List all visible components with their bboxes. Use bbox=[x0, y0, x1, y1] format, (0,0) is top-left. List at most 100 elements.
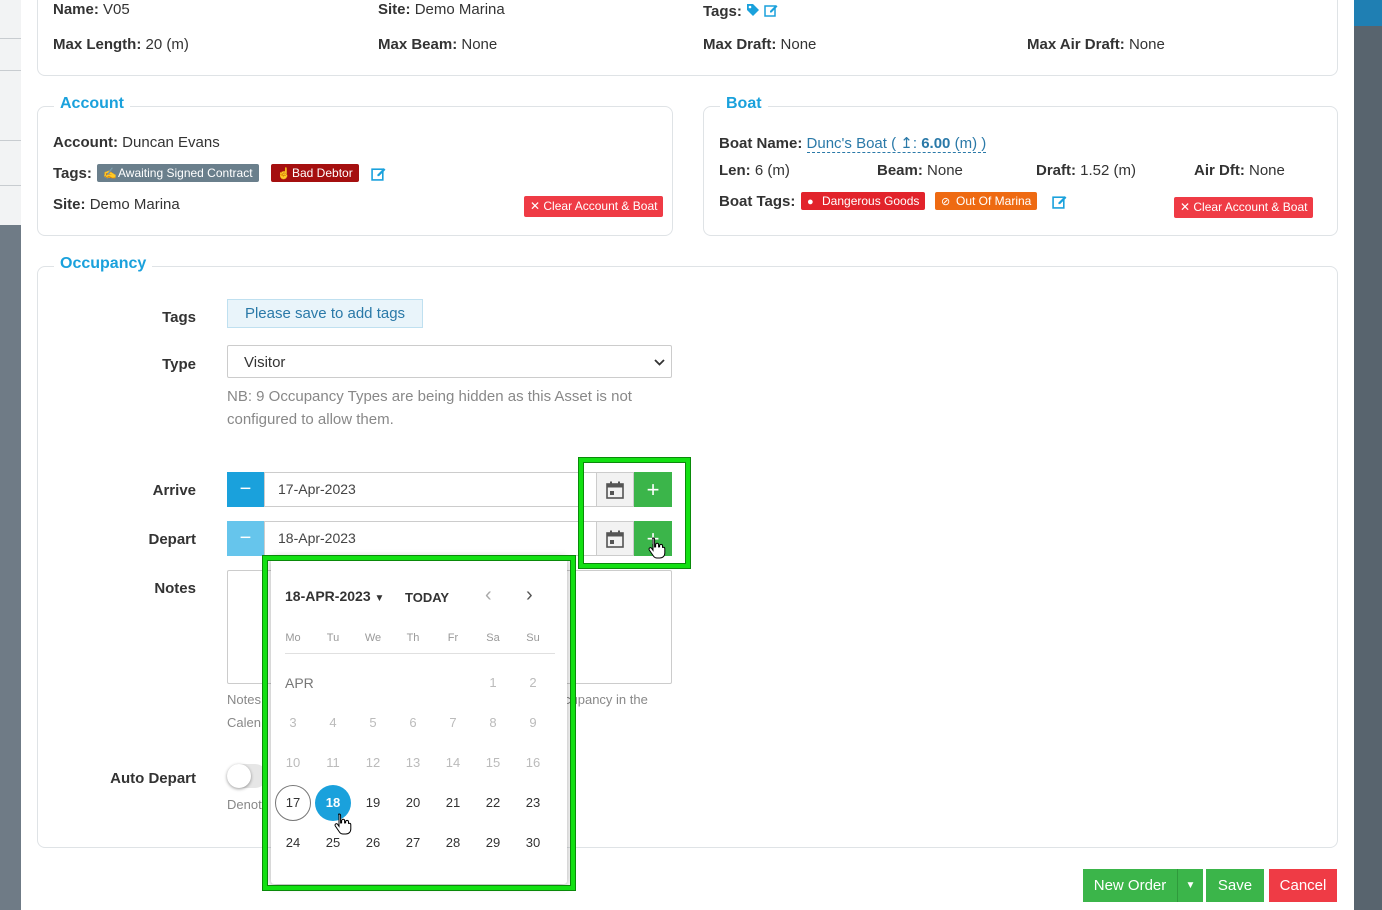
save-button[interactable]: Save bbox=[1206, 869, 1264, 902]
boat-air-dft-value: None bbox=[1249, 162, 1285, 179]
boat-legend: Boat bbox=[720, 95, 768, 113]
boat-len-label: Len: bbox=[719, 162, 751, 179]
tag-out-of-marina[interactable]: ⊘ Out Of Marina bbox=[935, 192, 1038, 210]
hand-icon: ☝ bbox=[277, 168, 291, 180]
max-air-draft-value: None bbox=[1128, 36, 1165, 53]
tag-label: Awaiting Signed Contract bbox=[118, 166, 253, 180]
max-beam-value: None bbox=[461, 36, 498, 53]
boat-draft-value: 1.52 (m) bbox=[1080, 162, 1137, 179]
notes-hint: cupancy in the bbox=[564, 692, 648, 707]
asset-site: Site: Demo Marina bbox=[378, 1, 505, 18]
background-divider bbox=[0, 70, 22, 71]
highlight-box bbox=[579, 458, 690, 568]
arrive-label: Arrive bbox=[152, 482, 196, 499]
tags-placeholder: Please save to add tags bbox=[227, 299, 423, 328]
background-page-strip bbox=[0, 0, 22, 225]
boat-panel: Boat Boat Name: Dunc's Boat ( ↥: 6.00 (m… bbox=[703, 95, 1338, 236]
bomb-icon: ● bbox=[807, 196, 814, 208]
tag-awaiting-signed-contract[interactable]: ✍Awaiting Signed Contract bbox=[97, 164, 259, 182]
max-draft-label: Max Draft: bbox=[703, 36, 777, 53]
background-left bbox=[0, 0, 22, 910]
arrive-decrement-button[interactable]: − bbox=[227, 472, 264, 507]
type-label: Type bbox=[162, 356, 196, 373]
boat-draft-label: Draft: bbox=[1036, 162, 1076, 179]
notes-hint: Notes bbox=[227, 692, 261, 707]
asset-max-draft: Max Draft: None bbox=[703, 36, 816, 53]
boat-draft: Draft: 1.52 (m) bbox=[1036, 162, 1136, 179]
account-site-label: Site: bbox=[53, 196, 86, 213]
occupancy-legend: Occupancy bbox=[54, 255, 153, 273]
background-divider bbox=[0, 140, 22, 141]
account-label: Account: bbox=[53, 134, 118, 151]
clear-account-boat-button[interactable]: ✕ Clear Account & Boat bbox=[524, 196, 664, 217]
edit-boat-tags-icon[interactable] bbox=[1052, 194, 1067, 209]
boat-len-value: 6 (m) bbox=[754, 162, 790, 179]
asset-name-value: V05 bbox=[103, 1, 130, 18]
chevron-down-icon bbox=[654, 359, 665, 366]
depart-label: Depart bbox=[148, 531, 196, 548]
tag-dangerous-goods[interactable]: ● Dangerous Goods bbox=[801, 192, 926, 210]
type-note-line-1: NB: 9 Occupancy Types are being hidden a… bbox=[227, 388, 632, 405]
hand-cursor-icon bbox=[648, 537, 666, 559]
asset-site-label: Site: bbox=[378, 1, 411, 18]
new-order-button[interactable]: New Order bbox=[1083, 869, 1177, 902]
asset-max-beam: Max Beam: None bbox=[378, 36, 497, 53]
type-note-line-2: configured to allow them. bbox=[227, 411, 394, 428]
max-air-draft-label: Max Air Draft: bbox=[1027, 36, 1125, 53]
boat-name-label: Boat Name: bbox=[719, 135, 803, 152]
background-right bbox=[1354, 0, 1382, 910]
background-divider bbox=[0, 38, 22, 39]
max-beam-label: Max Beam: bbox=[378, 36, 458, 53]
tag-icon bbox=[747, 4, 760, 16]
highlight-box bbox=[263, 556, 575, 890]
account-site: Site: Demo Marina bbox=[53, 196, 180, 213]
boat-len: Len: 6 (m) bbox=[719, 162, 790, 179]
edit-tags-icon[interactable] bbox=[371, 166, 386, 181]
boat-beam-value: None bbox=[927, 162, 963, 179]
boat-beam: Beam: None bbox=[877, 162, 963, 179]
account-value: Duncan Evans bbox=[122, 134, 220, 151]
max-length-label: Max Length: bbox=[53, 36, 142, 53]
auto-depart-label: Auto Depart bbox=[110, 770, 196, 787]
type-select[interactable]: Visitor bbox=[227, 345, 672, 378]
asset-panel: Name: V05 Site: Demo Marina Tags: Max Le… bbox=[37, 0, 1338, 76]
tag-bad-debtor[interactable]: ☝Bad Debtor bbox=[271, 164, 359, 182]
arrive-date-input[interactable]: 17-Apr-2023 bbox=[264, 472, 599, 507]
tags-label: Tags bbox=[162, 309, 196, 326]
account-tags-label: Tags: bbox=[53, 165, 92, 182]
account-name: Account: Duncan Evans bbox=[53, 134, 220, 151]
new-order-dropdown-button[interactable]: ▼ bbox=[1177, 869, 1203, 902]
account-site-value: Demo Marina bbox=[89, 196, 180, 213]
toggle-knob bbox=[227, 764, 251, 788]
background-header bbox=[1354, 0, 1382, 26]
edit-icon[interactable] bbox=[764, 3, 778, 17]
asset-site-value: Demo Marina bbox=[414, 1, 505, 18]
type-select-value: Visitor bbox=[244, 354, 286, 371]
cancel-button[interactable]: Cancel bbox=[1269, 869, 1337, 902]
tag-label: Bad Debtor bbox=[292, 166, 353, 180]
auto-depart-hint: Denot bbox=[227, 797, 262, 812]
asset-name: Name: V05 bbox=[53, 1, 130, 18]
asset-max-length: Max Length: 20 (m) bbox=[53, 36, 189, 53]
clear-account-boat-button[interactable]: ✕ Clear Account & Boat bbox=[1174, 197, 1314, 218]
boat-tags-label: Boat Tags: bbox=[719, 193, 796, 210]
boat-air-dft: Air Dft: None bbox=[1194, 162, 1285, 179]
account-legend: Account bbox=[54, 95, 130, 113]
account-panel: Account Account: Duncan Evans Tags: ✍Awa… bbox=[37, 95, 673, 236]
background-divider bbox=[0, 185, 22, 186]
asset-tags-label: Tags: bbox=[703, 3, 742, 20]
boat-name-link[interactable]: Dunc's Boat ( ↥: 6.00 (m) ) bbox=[806, 135, 987, 153]
notes-hint: Calen bbox=[227, 715, 261, 730]
tag-label: Dangerous Goods bbox=[822, 194, 920, 208]
depart-date-input[interactable]: 18-Apr-2023 bbox=[264, 521, 599, 556]
asset-tags: Tags: bbox=[703, 3, 778, 20]
occupancy-modal: Name: V05 Site: Demo Marina Tags: Max Le… bbox=[21, 0, 1354, 910]
tag-label: Out Of Marina bbox=[956, 194, 1032, 208]
length-icon: ↥ bbox=[900, 135, 913, 152]
depart-decrement-button[interactable]: − bbox=[227, 521, 264, 556]
notes-label: Notes bbox=[154, 580, 196, 597]
max-draft-value: None bbox=[780, 36, 817, 53]
max-length-value: 20 (m) bbox=[145, 36, 189, 53]
asset-max-air-draft: Max Air Draft: None bbox=[1027, 36, 1165, 53]
auto-depart-toggle[interactable] bbox=[227, 764, 267, 788]
